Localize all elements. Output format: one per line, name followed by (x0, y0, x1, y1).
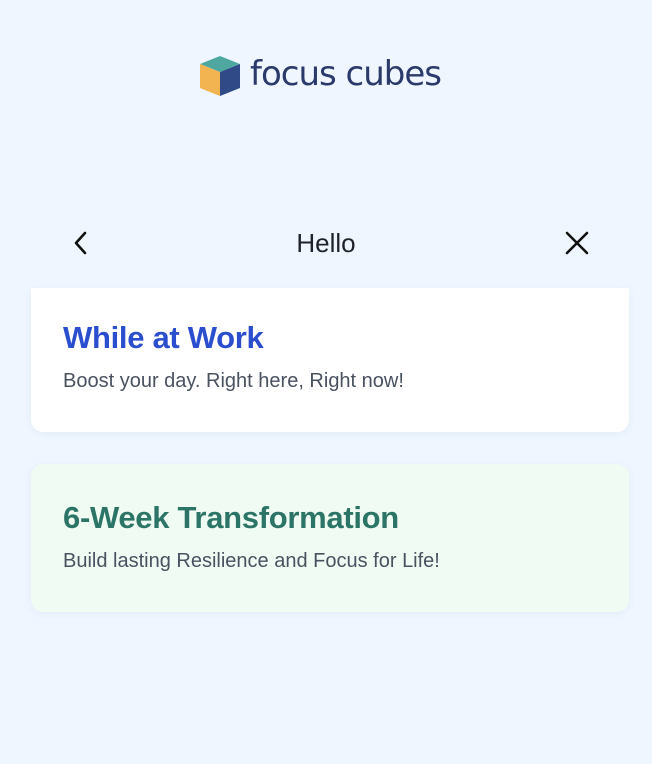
top-navigation-bar: Hello (0, 216, 652, 270)
app-logo: focus cubes (198, 54, 442, 98)
logo-text: focus cubes (250, 54, 442, 94)
card-subtitle: Build lasting Resilience and Focus for L… (63, 550, 440, 572)
cube-logo-icon (200, 56, 240, 96)
six-week-transformation-card[interactable]: 6-Week Transformation Build lasting Resi… (31, 464, 629, 612)
card-title: While at Work (63, 320, 264, 355)
close-button[interactable] (560, 226, 594, 260)
while-at-work-card[interactable]: While at Work Boost your day. Right here… (31, 288, 629, 432)
card-title: 6-Week Transformation (63, 500, 399, 535)
close-icon (565, 231, 589, 255)
page-title: Hello (296, 228, 356, 258)
card-subtitle: Boost your day. Right here, Right now! (63, 370, 404, 392)
